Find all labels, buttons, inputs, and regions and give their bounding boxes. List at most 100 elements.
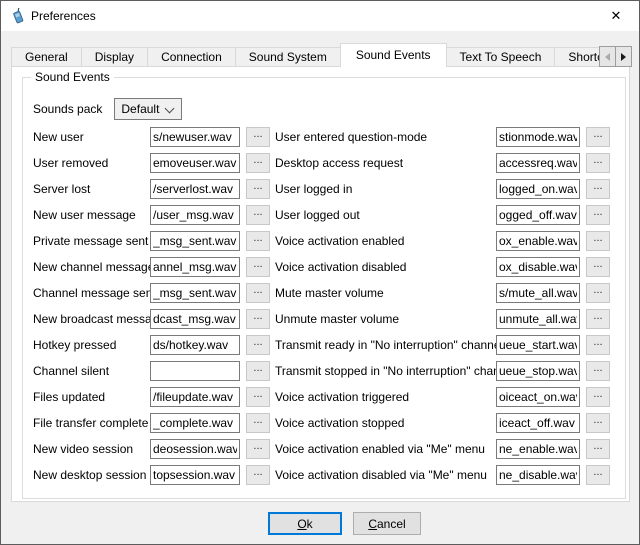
sound-file-input-left[interactable] [150,153,240,173]
event-label-left: New video session [33,442,150,456]
tab-display[interactable]: Display [81,47,148,67]
sound-file-input-right[interactable] [496,257,580,277]
sound-event-row: Server lost...User logged in... [33,176,610,202]
sounds-pack-select[interactable]: Default [114,98,182,120]
sounds-pack-label: Sounds pack [33,102,102,116]
sound-file-input-right[interactable] [496,335,580,355]
event-label-left: New channel message [33,260,150,274]
event-label-right: Voice activation enabled [275,234,496,248]
sound-file-input-right[interactable] [496,309,580,329]
event-label-left: Channel message sent [33,286,150,300]
browse-button-left[interactable]: ... [246,257,270,277]
tab-general[interactable]: General [11,47,82,67]
browse-button-left[interactable]: ... [246,153,270,173]
tab-sound-events[interactable]: Sound Events [340,43,447,67]
event-label-right: Desktop access request [275,156,496,170]
browse-button-left[interactable]: ... [246,231,270,251]
browse-button-left[interactable]: ... [246,387,270,407]
browse-button-left[interactable]: ... [246,283,270,303]
event-label-right: Mute master volume [275,286,496,300]
event-label-right: Voice activation disabled via "Me" menu [275,468,496,482]
event-label-left: File transfer complete [33,416,150,430]
event-label-left: Private message sent [33,234,150,248]
event-label-right: Transmit ready in "No interruption" chan… [275,338,496,352]
groupbox-title: Sound Events [31,70,114,84]
browse-button-right[interactable]: ... [586,231,610,251]
browse-button-right[interactable]: ... [586,361,610,381]
sound-file-input-left[interactable] [150,205,240,225]
browse-button-right[interactable]: ... [586,205,610,225]
browse-button-left[interactable]: ... [246,179,270,199]
browse-button-right[interactable]: ... [586,283,610,303]
sound-event-row: New user... User entered question-mode... [33,124,610,150]
browse-button-left[interactable]: ... [246,309,270,329]
browse-button-left[interactable]: ... [246,361,270,381]
browse-button-left[interactable]: ... [246,205,270,225]
sound-file-input-left[interactable] [150,283,240,303]
sound-file-input-right[interactable] [496,387,580,407]
browse-button-right[interactable]: ... [586,465,610,485]
browse-button-left[interactable]: ... [246,465,270,485]
sound-event-row: Channel message sent... Mute master volum… [33,280,610,306]
sound-file-input-left[interactable] [150,413,240,433]
sound-events-tab-page: Sound Events Sounds pack Default New use… [11,66,630,502]
browse-button-right[interactable]: ... [586,335,610,355]
sound-file-input-left[interactable] [150,231,240,251]
sound-event-rows: New user... User entered question-mode...… [33,124,610,488]
tab-scroll-buttons [600,46,632,67]
sound-event-row: File transfer complete...Voice activatio… [33,410,610,436]
sound-file-input-left[interactable] [150,439,240,459]
cancel-button[interactable]: Cancel [353,512,421,535]
tab-scroll-left-button[interactable] [599,46,616,67]
sound-file-input-right[interactable] [496,153,580,173]
sound-file-input-left[interactable] [150,465,240,485]
tab-sound-system[interactable]: Sound System [235,47,341,67]
sound-event-row: User removed...Desktop access request... [33,150,610,176]
sound-file-input-right[interactable] [496,179,580,199]
sound-file-input-left[interactable] [150,179,240,199]
sound-file-input-left[interactable] [150,335,240,355]
event-label-right: Voice activation enabled via "Me" menu [275,442,496,456]
tab-scroll-right-button[interactable] [615,46,632,67]
sound-file-input-left[interactable] [150,257,240,277]
tab-shortcuts[interactable]: Shortcuts [554,47,599,67]
sounds-pack-selected-value: Default [115,102,159,116]
sound-event-row: Hotkey pressed...Transmit ready in "No i… [33,332,610,358]
sound-file-input-right[interactable] [496,231,580,251]
event-label-right: User entered question-mode [275,130,496,144]
sound-event-row: Files updated...Voice activation trigger… [33,384,610,410]
browse-button-left[interactable]: ... [246,439,270,459]
browse-button-right[interactable]: ... [586,413,610,433]
sound-file-input-right[interactable] [496,465,580,485]
browse-button-right[interactable]: ... [586,257,610,277]
event-label-left: New user [33,130,150,144]
close-button[interactable]: ✕ [593,1,639,30]
sound-file-input-right[interactable] [496,127,580,147]
tab-strip: GeneralDisplayConnectionSound SystemSoun… [11,43,599,67]
browse-button-left[interactable]: ... [246,413,270,433]
sound-file-input-right[interactable] [496,413,580,433]
sound-file-input-left[interactable] [150,309,240,329]
ok-button[interactable]: Ok [268,512,342,535]
sound-file-input-left[interactable] [150,127,240,147]
sound-file-input-left[interactable] [150,361,240,381]
sound-event-row: New channel message...Voice activation d… [33,254,610,280]
browse-button-right[interactable]: ... [586,127,610,147]
browse-button-left[interactable]: ... [246,335,270,355]
browse-button-right[interactable]: ... [586,439,610,459]
browse-button-right[interactable]: ... [586,179,610,199]
browse-button-right[interactable]: ... [586,153,610,173]
sound-file-input-right[interactable] [496,205,580,225]
browse-button-right[interactable]: ... [586,309,610,329]
tab-text-to-speech[interactable]: Text To Speech [446,47,556,67]
sound-event-row: New broadcast message...Unmute master vo… [33,306,610,332]
browse-button-left[interactable]: ... [246,127,270,147]
sound-file-input-right[interactable] [496,439,580,459]
sound-file-input-left[interactable] [150,387,240,407]
sound-file-input-right[interactable] [496,283,580,303]
window-title: Preferences [31,9,96,23]
browse-button-right[interactable]: ... [586,387,610,407]
tab-connection[interactable]: Connection [147,47,236,67]
sound-file-input-right[interactable] [496,361,580,381]
sound-events-groupbox: Sound Events Sounds pack Default New use… [22,77,626,499]
